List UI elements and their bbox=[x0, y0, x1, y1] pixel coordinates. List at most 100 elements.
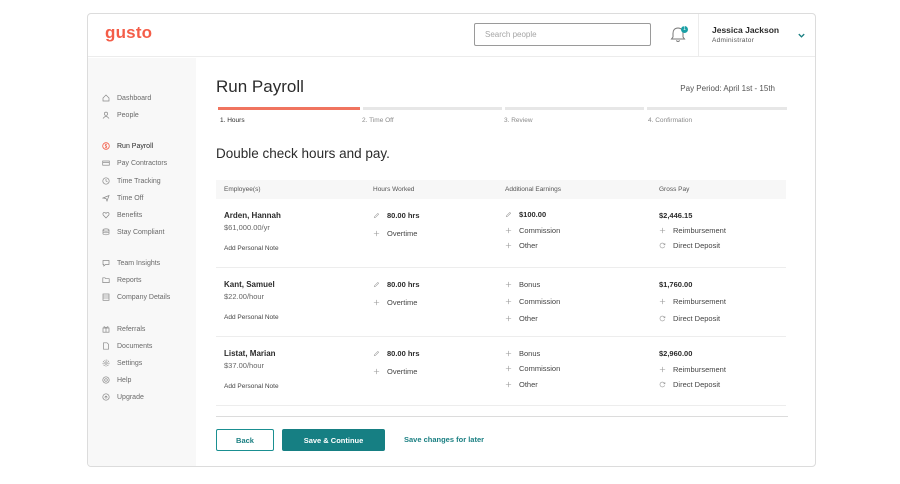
sidebar-item-label: Company Details bbox=[117, 293, 171, 301]
step-label-hours[interactable]: 1. Hours bbox=[220, 117, 245, 124]
home-icon bbox=[102, 94, 110, 102]
bonus-label: Bonus bbox=[519, 280, 541, 289]
hours-cell[interactable]: 80.00 hrs bbox=[373, 211, 420, 220]
refresh-icon bbox=[659, 315, 666, 322]
add-other[interactable]: Other bbox=[505, 380, 538, 389]
sidebar-item-help[interactable]: Help bbox=[102, 373, 131, 387]
sidebar-item-label: People bbox=[117, 111, 139, 119]
document-icon bbox=[103, 342, 109, 350]
hours-value: 80.00 hrs bbox=[387, 280, 420, 289]
chat-icon bbox=[102, 260, 110, 267]
save-continue-button[interactable]: Save & Continue bbox=[282, 429, 385, 451]
header-divider bbox=[698, 14, 699, 57]
direct-deposit-toggle[interactable]: Direct Deposit bbox=[659, 314, 720, 323]
app-window: gusto 1 Jessica Jackson Administrator Da… bbox=[87, 13, 816, 467]
sidebar-item-upgrade[interactable]: Upgrade bbox=[102, 390, 144, 404]
step-label-time-off[interactable]: 2. Time Off bbox=[362, 117, 394, 124]
gear-icon bbox=[102, 359, 110, 367]
column-header-earnings: Additional Earnings bbox=[505, 186, 562, 193]
commission-label: Commission bbox=[519, 364, 561, 373]
plus-icon bbox=[505, 365, 512, 372]
column-header-gross-pay: Gross Pay bbox=[659, 186, 690, 193]
add-reimbursement[interactable]: Reimbursement bbox=[659, 297, 726, 306]
sidebar-item-people[interactable]: People bbox=[102, 108, 139, 122]
add-other[interactable]: Other bbox=[505, 241, 538, 250]
sidebar-item-stay-compliant[interactable]: Stay Compliant bbox=[102, 225, 164, 239]
sidebar-item-dashboard[interactable]: Dashboard bbox=[102, 91, 151, 105]
plane-icon bbox=[102, 194, 110, 202]
search-input[interactable] bbox=[474, 23, 651, 46]
table-header bbox=[216, 180, 786, 199]
sidebar-item-referrals[interactable]: Referrals bbox=[102, 322, 145, 336]
plus-icon bbox=[505, 242, 512, 249]
step-label-confirmation[interactable]: 4. Confirmation bbox=[648, 117, 692, 124]
add-note-link[interactable]: Add Personal Note bbox=[224, 314, 279, 321]
back-button[interactable]: Back bbox=[216, 429, 274, 451]
earnings-value-cell[interactable]: $100.00 bbox=[505, 210, 546, 219]
other-label: Other bbox=[519, 241, 538, 250]
pay-period: Pay Period: April 1st - 15th bbox=[680, 84, 775, 93]
step-progress-review bbox=[505, 107, 644, 110]
gusto-logo[interactable]: gusto bbox=[105, 23, 152, 43]
sidebar-item-company-details[interactable]: Company Details bbox=[102, 290, 170, 304]
plus-icon bbox=[505, 298, 512, 305]
sidebar-item-team-insights[interactable]: Team Insights bbox=[102, 256, 160, 270]
notification-badge: 1 bbox=[681, 26, 688, 33]
plus-icon bbox=[659, 298, 666, 305]
add-commission[interactable]: Commission bbox=[505, 364, 560, 373]
sidebar-item-benefits[interactable]: Benefits bbox=[102, 208, 142, 222]
reimbursement-label: Reimbursement bbox=[673, 297, 726, 306]
sidebar-item-documents[interactable]: Documents bbox=[102, 339, 152, 353]
hours-cell[interactable]: 80.00 hrs bbox=[373, 349, 420, 358]
sidebar-item-time-tracking[interactable]: Time Tracking bbox=[102, 174, 161, 188]
add-reimbursement[interactable]: Reimbursement bbox=[659, 365, 726, 374]
hours-value: 80.00 hrs bbox=[387, 349, 420, 358]
earnings-value: $100.00 bbox=[519, 210, 547, 219]
save-later-link[interactable]: Save changes for later bbox=[404, 435, 484, 444]
sidebar-item-label: Team Insights bbox=[117, 259, 161, 267]
chevron-down-icon[interactable] bbox=[797, 31, 806, 40]
gross-pay: $1,760.00 bbox=[659, 280, 693, 289]
row-divider bbox=[216, 336, 786, 337]
help-icon bbox=[102, 376, 110, 384]
direct-deposit-toggle[interactable]: Direct Deposit bbox=[659, 241, 720, 250]
add-bonus[interactable]: Bonus bbox=[505, 349, 540, 358]
commission-label: Commission bbox=[519, 297, 561, 306]
step-label-review[interactable]: 3. Review bbox=[504, 117, 533, 124]
add-bonus[interactable]: Bonus bbox=[505, 280, 540, 289]
pencil-icon bbox=[373, 212, 380, 219]
step-progress-hours bbox=[218, 107, 360, 110]
add-other[interactable]: Other bbox=[505, 314, 538, 323]
sidebar-item-label: Reports bbox=[117, 276, 142, 284]
add-reimbursement[interactable]: Reimbursement bbox=[659, 226, 726, 235]
sidebar-item-time-off[interactable]: Time Off bbox=[102, 191, 143, 205]
hours-cell[interactable]: 80.00 hrs bbox=[373, 280, 420, 289]
direct-deposit-label: Direct Deposit bbox=[673, 241, 721, 250]
gross-pay: $2,446.15 bbox=[659, 211, 693, 220]
add-note-link[interactable]: Add Personal Note bbox=[224, 245, 279, 252]
sidebar-item-reports[interactable]: Reports bbox=[102, 273, 142, 287]
sidebar-item-label: Help bbox=[117, 376, 132, 384]
add-commission[interactable]: Commission bbox=[505, 226, 560, 235]
direct-deposit-toggle[interactable]: Direct Deposit bbox=[659, 380, 720, 389]
sidebar-item-pay-contractors[interactable]: Pay Contractors bbox=[102, 156, 167, 170]
add-note-link[interactable]: Add Personal Note bbox=[224, 383, 279, 390]
reimbursement-label: Reimbursement bbox=[673, 226, 726, 235]
sidebar-item-label: Dashboard bbox=[117, 94, 152, 102]
employee-name: Arden, Hannah bbox=[224, 211, 281, 220]
upgrade-icon bbox=[102, 393, 110, 401]
overtime-label: Overtime bbox=[387, 298, 418, 307]
add-overtime[interactable]: Overtime bbox=[373, 229, 417, 238]
sidebar-item-run-payroll[interactable]: Run Payroll bbox=[102, 139, 153, 153]
sidebar-item-settings[interactable]: Settings bbox=[102, 356, 142, 370]
add-commission[interactable]: Commission bbox=[505, 297, 560, 306]
row-divider bbox=[216, 267, 786, 268]
add-overtime[interactable]: Overtime bbox=[373, 298, 417, 307]
refresh-icon bbox=[659, 381, 666, 388]
sidebar-item-label: Documents bbox=[117, 342, 153, 350]
hours-value: 80.00 hrs bbox=[387, 211, 420, 220]
overtime-label: Overtime bbox=[387, 367, 418, 376]
pencil-icon bbox=[373, 281, 380, 288]
user-name[interactable]: Jessica Jackson bbox=[712, 25, 779, 35]
add-overtime[interactable]: Overtime bbox=[373, 367, 417, 376]
